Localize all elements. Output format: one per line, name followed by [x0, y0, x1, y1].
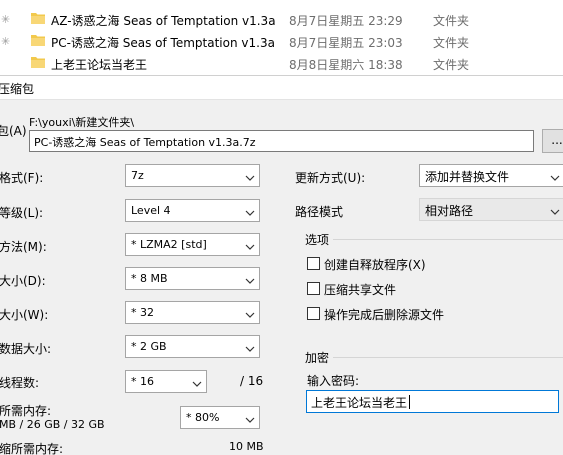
solid-block-value: * 2 GB: [131, 340, 167, 353]
file-date: 8月7日星期五 23:29: [289, 14, 403, 28]
memory-usage-label: 所需内存:: [0, 404, 52, 418]
path-mode-select[interactable]: 相对路径: [419, 198, 563, 221]
file-name: 上老王论坛当老王: [51, 58, 148, 72]
folder-icon: [31, 34, 45, 46]
method-label: 方法(M):: [0, 240, 47, 254]
delete-after-label: 操作完成后删除源文件: [324, 308, 445, 322]
file-name: PC-诱惑之海 Seas of Temptation v1.3a: [51, 36, 275, 50]
format-label: 格式(F):: [0, 171, 44, 185]
dictionary-size-select[interactable]: * 8 MB: [125, 267, 260, 290]
file-row[interactable]: 上老王论坛当老王 8月8日星期六 18:38 文件夹: [0, 53, 563, 75]
delete-after-checkbox[interactable]: [307, 307, 320, 320]
chevron-down-icon: [245, 240, 255, 250]
compress-shared-checkbox[interactable]: [307, 282, 320, 295]
chevron-down-icon: [245, 206, 255, 216]
password-input[interactable]: 上老王论坛当老王: [306, 390, 559, 413]
dialog-title: 压缩包: [0, 82, 35, 96]
archive-name-field[interactable]: PC-诱惑之海 Seas of Temptation v1.3a.7z: [29, 130, 534, 152]
options-group-title: 选项: [305, 233, 330, 247]
memory-usage-detail: MB / 26 GB / 32 GB: [0, 418, 105, 431]
chevron-down-icon: [550, 205, 560, 215]
update-mode-value: 添加并替换文件: [425, 170, 510, 184]
file-type: 文件夹: [433, 14, 470, 28]
chevron-down-icon: [245, 342, 255, 352]
dictionary-size-label: 大小(D):: [0, 274, 46, 288]
format-value: 7z: [131, 169, 144, 182]
chevron-down-icon: [245, 274, 255, 284]
browse-button[interactable]: ...: [542, 129, 563, 153]
chevron-down-icon: [245, 308, 255, 318]
encryption-group-title: 加密: [305, 351, 330, 365]
format-select[interactable]: 7z: [125, 164, 260, 187]
solid-block-select[interactable]: * 2 GB: [125, 335, 260, 358]
file-row[interactable]: ✳ AZ-诱惑之海 Seas of Temptation v1.3a 8月7日星…: [0, 9, 563, 31]
solid-block-label: 数据大小:: [0, 342, 52, 356]
threads-max: / 16: [240, 374, 264, 388]
chevron-down-icon: [192, 377, 202, 387]
word-size-value: * 32: [131, 306, 154, 319]
decompression-memory-label: 缩所需内存:: [0, 442, 64, 455]
archive-path: F:\youxi\新建文件夹\: [29, 116, 135, 129]
password-label: 输入密码:: [307, 374, 360, 388]
compress-shared-label: 压缩共享文件: [324, 283, 397, 297]
dictionary-size-value: * 8 MB: [131, 272, 168, 285]
update-mode-label: 更新方式(U):: [295, 171, 366, 185]
screen: ✳ AZ-诱惑之海 Seas of Temptation v1.3a 8月7日星…: [0, 0, 563, 455]
options-group-line: [333, 239, 563, 240]
folder-icon: [31, 56, 45, 68]
word-size-label: 大小(W):: [0, 308, 49, 322]
archive-name-value: PC-诱惑之海 Seas of Temptation v1.3a.7z: [34, 136, 256, 149]
file-list: ✳ AZ-诱惑之海 Seas of Temptation v1.3a 8月7日星…: [0, 0, 563, 75]
decompression-memory-value: 10 MB: [229, 440, 264, 453]
file-name: AZ-诱惑之海 Seas of Temptation v1.3a: [51, 14, 276, 28]
level-value: Level 4: [131, 204, 171, 217]
folder-icon: [31, 12, 45, 24]
create-sfx-label: 创建自释放程序(X): [324, 258, 426, 272]
chevron-down-icon: [550, 171, 560, 181]
create-sfx-checkbox[interactable]: [307, 257, 320, 270]
encryption-group-line: [333, 357, 563, 358]
memory-usage-select[interactable]: * 80%: [180, 406, 260, 429]
chevron-down-icon: [245, 413, 255, 423]
dialog-titlebar[interactable]: 压缩包: [0, 76, 563, 100]
path-mode-label: 路径模式: [295, 205, 344, 219]
pin-icon: ✳: [1, 13, 11, 26]
word-size-select[interactable]: * 32: [125, 301, 260, 324]
update-mode-select[interactable]: 添加并替换文件: [419, 164, 563, 187]
password-value: 上老王论坛当老王: [311, 396, 408, 410]
text-caret: [409, 395, 410, 409]
archive-label: 包(A): [0, 124, 27, 138]
pin-icon: ✳: [1, 35, 11, 48]
level-label: 等级(L):: [0, 206, 44, 220]
file-type: 文件夹: [433, 58, 470, 72]
memory-usage-value: * 80%: [186, 411, 220, 424]
file-date: 8月7日星期五 23:03: [289, 36, 403, 50]
file-type: 文件夹: [433, 36, 470, 50]
threads-select[interactable]: * 16: [125, 370, 207, 393]
threads-label: 线程数:: [0, 376, 40, 390]
file-date: 8月8日星期六 18:38: [289, 58, 403, 72]
file-row[interactable]: ✳ PC-诱惑之海 Seas of Temptation v1.3a 8月7日星…: [0, 31, 563, 53]
method-select[interactable]: * LZMA2 [std]: [125, 233, 260, 256]
add-to-archive-dialog: 压缩包 包(A) F:\youxi\新建文件夹\ PC-诱惑之海 Seas of…: [0, 75, 563, 455]
chevron-down-icon: [245, 171, 255, 181]
threads-value: * 16: [131, 375, 154, 388]
method-value: * LZMA2 [std]: [131, 238, 207, 251]
path-mode-value: 相对路径: [425, 204, 474, 218]
level-select[interactable]: Level 4: [125, 199, 260, 222]
